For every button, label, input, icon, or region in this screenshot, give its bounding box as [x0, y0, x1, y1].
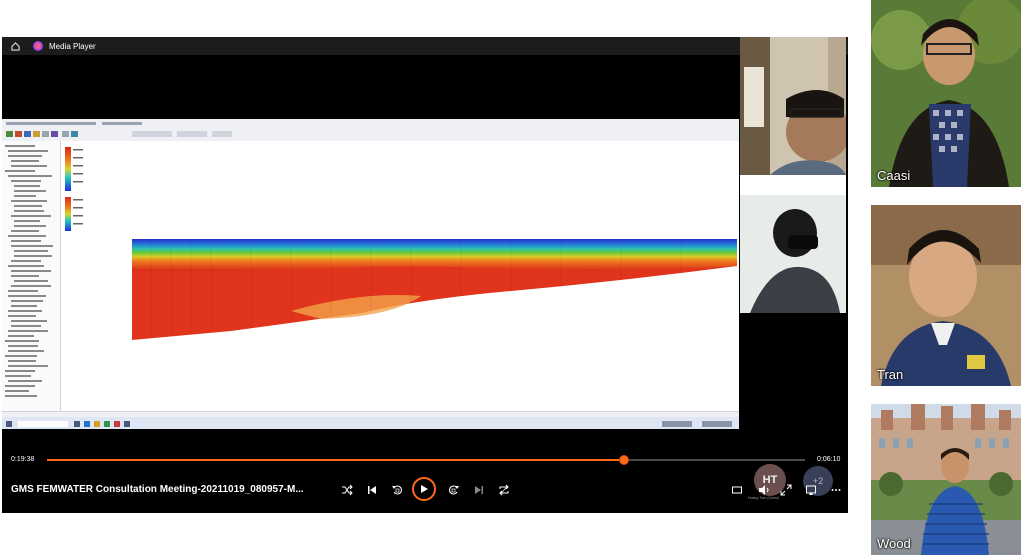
tran-photo	[871, 205, 1021, 386]
volume-icon[interactable]	[757, 483, 771, 497]
avatar-caption: Huang Tran (Guest)	[748, 496, 779, 500]
seek-bar-progress	[47, 459, 624, 461]
legend-bar-2	[65, 197, 71, 231]
project-explorer-tree[interactable]	[2, 141, 61, 413]
shuffle-icon[interactable]	[340, 483, 354, 497]
mesh-gradient	[132, 239, 737, 271]
elapsed-time: 0:19:38	[11, 456, 35, 463]
participant-video-tile-2[interactable]	[740, 175, 846, 313]
taskbar-icons	[6, 421, 732, 427]
app-title: Media Player	[49, 41, 96, 51]
repeat-icon[interactable]	[497, 483, 511, 497]
more-icon[interactable]	[829, 483, 843, 497]
toolbar-icons	[6, 122, 232, 137]
wood-photo	[871, 404, 1021, 555]
model-view-canvas[interactable]	[61, 141, 739, 413]
media-player-window: Media Player – □ ✕	[2, 37, 848, 513]
participant-photo-wood: Wood	[871, 404, 1021, 555]
participant-video-2	[740, 175, 846, 313]
home-icon[interactable]	[9, 40, 21, 52]
participant-name-caasi: Caasi	[877, 168, 911, 183]
cross-section-plot	[65, 147, 737, 340]
fullscreen-icon[interactable]	[779, 483, 793, 497]
legend-bar-1	[65, 147, 71, 191]
participant-video-1	[740, 37, 846, 175]
participant-empty-tile	[740, 313, 846, 453]
forward-30-icon[interactable]	[447, 483, 461, 497]
miniplayer-icon[interactable]	[730, 483, 744, 497]
media-title: GMS FEMWATER Consultation Meeting-202110…	[11, 484, 304, 495]
remaining-time: 0:06:10	[817, 456, 841, 463]
play-button[interactable]	[412, 477, 436, 501]
rewind-10-icon[interactable]	[390, 483, 404, 497]
participant-video-tile-1[interactable]	[740, 37, 846, 175]
participant-photo-tran: Tran	[871, 205, 1021, 386]
play-icon	[421, 485, 428, 493]
windows-taskbar	[2, 417, 739, 429]
cast-icon[interactable]	[804, 483, 818, 497]
gms-toolbar	[2, 119, 739, 142]
next-icon[interactable]	[472, 483, 486, 497]
seek-bar[interactable]	[47, 455, 805, 465]
tree-items	[5, 145, 53, 397]
participant-name-wood: Wood	[877, 536, 911, 551]
shared-screen	[2, 119, 739, 429]
title-bar: Media Player – □ ✕	[2, 37, 848, 55]
participant-photo-caasi: Caasi	[871, 0, 1021, 187]
previous-icon[interactable]	[365, 483, 379, 497]
caasi-photo	[871, 0, 1021, 187]
media-player-logo-icon	[33, 41, 43, 51]
participant-name-tran: Tran	[877, 367, 904, 382]
